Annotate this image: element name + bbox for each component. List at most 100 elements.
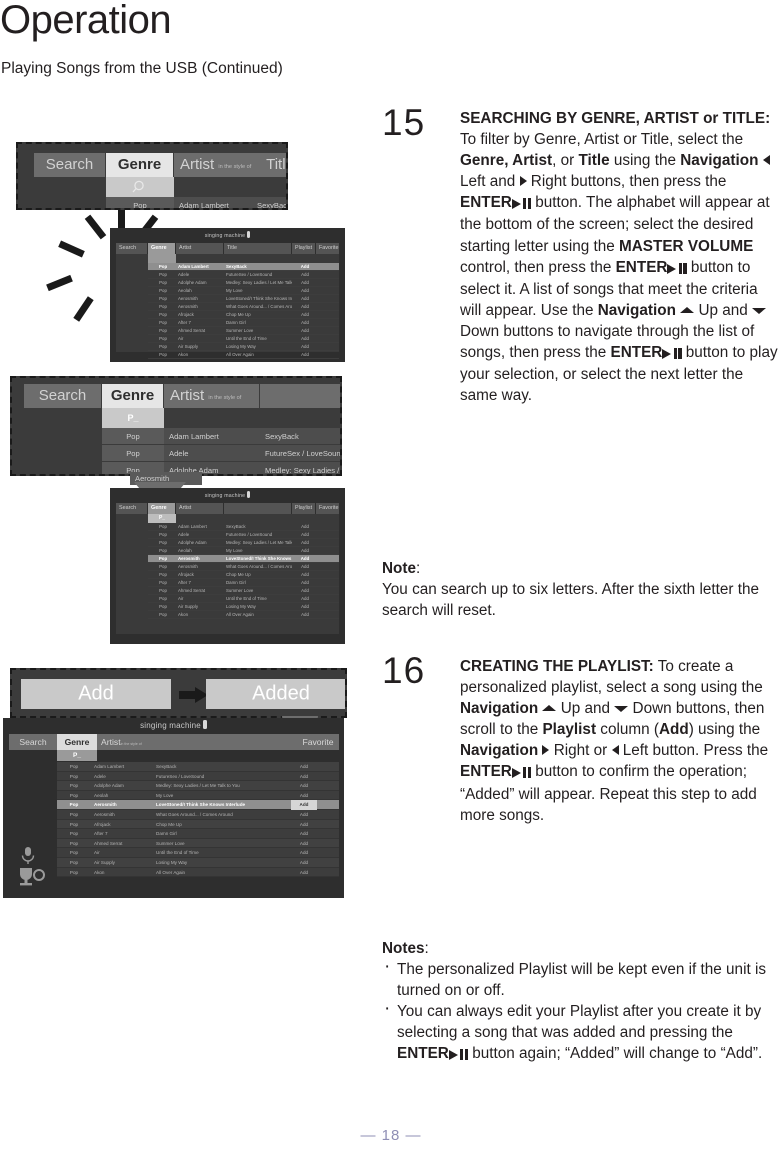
brand-label: singing machine xyxy=(110,491,345,499)
tab-favorite[interactable]: Favorite xyxy=(297,734,339,750)
cell-artist: After 7 xyxy=(178,580,191,585)
table-row[interactable]: Pop Ahmed Serrat Summer Love Add xyxy=(148,327,339,335)
cell-artist: Air xyxy=(178,336,184,341)
tab-artist[interactable]: Artist in the style of xyxy=(164,384,260,408)
tab-genre[interactable]: Genre xyxy=(102,384,164,408)
table-row[interactable]: Pop Akon All Over Again Add xyxy=(148,351,339,359)
cell-playlist: Add xyxy=(301,580,309,585)
added-button[interactable]: Added xyxy=(206,679,345,709)
cell-artist: After 7 xyxy=(94,831,108,837)
cell-fav xyxy=(316,295,339,303)
cell-playlist: Add xyxy=(299,783,309,789)
step-15-note: Note: You can search up to six letters. … xyxy=(382,558,782,621)
table-row[interactable]: Pop Aeolah My Love Add xyxy=(148,287,339,295)
tab-genre[interactable]: Genre xyxy=(106,153,174,177)
table-row[interactable]: Pop Ahmed Serrat Summer Love Add xyxy=(57,838,339,849)
table-row[interactable]: Pop Aerosmith LoveStoned/I Think She Knows… xyxy=(148,555,339,563)
table-row[interactable]: Pop Adolphe Adam Medley: Sexy Ladies / Let… xyxy=(148,539,339,547)
tab-search[interactable]: Search xyxy=(116,503,148,514)
cell-genre: Pop xyxy=(69,840,79,846)
tab-playlist[interactable]: Playlist xyxy=(292,243,316,254)
table-row[interactable]: Pop Akon All Over Again Add xyxy=(148,611,339,619)
table-row[interactable]: Pop Aerosmith What Goes Around... / Comes … xyxy=(148,563,339,571)
table-row[interactable]: Pop Air Until the End of Time Add xyxy=(148,595,339,603)
table-row[interactable]: Pop Aerosmith LoveStoned/I Think She Knows… xyxy=(148,295,339,303)
cell-artist: Adam Lambert xyxy=(94,764,125,769)
genre-search-field[interactable] xyxy=(148,254,176,263)
cell-playlist: Add xyxy=(299,792,309,798)
table-row[interactable]: Pop After 7 Damn Girl Add xyxy=(148,319,339,327)
callout1-row[interactable]: Pop Adam Lambert SexyBack xyxy=(106,197,286,208)
table-row[interactable]: Pop Air Supply Losing My Way Add xyxy=(148,343,339,351)
tab-favorite[interactable]: Favorite xyxy=(316,503,339,514)
table-row[interactable]: Pop Aerosmith What Goes Around... / Comes … xyxy=(57,810,339,820)
cell-title: All Over Again xyxy=(226,612,254,617)
genre-search-field[interactable] xyxy=(106,177,174,197)
table-row[interactable]: Pop Afrojack Chop Me Up Add xyxy=(148,571,339,579)
table-row[interactable]: Pop Afrojack Chop Me Up Add xyxy=(57,819,339,830)
cell-playlist: Add xyxy=(301,312,309,317)
cell-title: SexyBack xyxy=(260,428,340,445)
table-header: Search Genre Artistin the style of Favor… xyxy=(9,734,339,750)
tab-genre[interactable]: Genre xyxy=(148,243,176,254)
tab-artist[interactable]: Artistin the style of xyxy=(97,734,159,750)
cell-playlist: Add xyxy=(301,280,309,285)
callout-letter-search: Search Genre Artist in the style of P_ P… xyxy=(10,376,342,476)
tab-search[interactable]: Search xyxy=(24,384,102,408)
table-row[interactable]: Pop Aeolah My Love Add xyxy=(148,547,339,555)
table-row[interactable]: Pop Adam Lambert SexyBack Add xyxy=(148,523,339,531)
table-row[interactable]: Pop After 7 Damn Girl Add xyxy=(148,579,339,587)
play-pause-icon xyxy=(511,193,531,214)
table-row[interactable]: Pop Akon All Over Again Add xyxy=(57,867,339,878)
table-row[interactable]: Pop Adolphe Adam Medley: Sexy Ladies / Let… xyxy=(57,781,339,791)
table-row[interactable]: Pop Adele FutureSex / LoveSound Add xyxy=(148,531,339,539)
cell-title: All Over Again xyxy=(156,869,186,875)
tab-search[interactable]: Search xyxy=(9,734,57,750)
tab-genre[interactable]: Genre xyxy=(148,503,176,514)
table-row[interactable]: Pop Adam Lambert SexyBack Add xyxy=(148,263,339,271)
tab-title[interactable] xyxy=(159,734,297,750)
cell-genre: Pop xyxy=(159,612,167,617)
tab-title[interactable]: Title xyxy=(252,153,286,177)
tab-title[interactable] xyxy=(260,384,340,408)
tab-title[interactable] xyxy=(224,503,292,514)
cell-genre: Pop xyxy=(159,572,167,577)
cell-title: All Over Again xyxy=(226,352,254,357)
table-row[interactable]: Pop Air Supply Losing My Way Add xyxy=(57,858,339,868)
table-row[interactable]: Pop Air Until the End of Time Add xyxy=(148,335,339,343)
letter-search-field[interactable]: P_ xyxy=(102,408,164,428)
cell-genre: Pop xyxy=(159,604,167,609)
table-row[interactable]: Pop Adele FutureSex / LoveSound Add xyxy=(148,271,339,279)
cell-playlist: Add xyxy=(299,840,309,846)
table-row[interactable]: Pop Adele FutureSex / LoveSound Add xyxy=(57,771,339,782)
cell-playlist: Add xyxy=(301,336,309,341)
trophy-icon[interactable] xyxy=(15,866,47,888)
table-row[interactable]: Pop Adolphe Adam Medley: Sexy Ladies / Let… xyxy=(148,279,339,287)
table-row[interactable]: Pop Air Supply Losing My Way Add xyxy=(148,603,339,611)
table-row[interactable]: Pop Air Until the End of Time Add xyxy=(57,848,339,858)
table-row[interactable]: Pop Aerosmith What Goes Around... / Comes … xyxy=(148,303,339,311)
table-row[interactable]: Pop After 7 Damn Girl Add xyxy=(57,829,339,839)
tab-artist[interactable]: Artist xyxy=(176,503,224,514)
letter-search-field[interactable]: P_ xyxy=(148,514,176,523)
table-row[interactable]: Pop Aerosmith LoveStoned/I Think She Knows… xyxy=(57,800,339,810)
table-row[interactable]: Pop Adam Lambert SexyBack xyxy=(102,428,340,445)
table-row[interactable]: Pop Afrojack Chop Me Up Add xyxy=(148,311,339,319)
tab-playlist[interactable]: Playlist xyxy=(292,503,316,514)
letter-search-field[interactable]: P_ xyxy=(57,750,97,761)
tab-favorite[interactable]: Favorite xyxy=(316,243,339,254)
table-row[interactable]: Pop Ahmed Serrat Summer Love Add xyxy=(148,587,339,595)
tab-artist[interactable]: Artist xyxy=(176,243,224,254)
table-row[interactable]: Pop Adam Lambert SexyBack Add xyxy=(57,762,339,772)
table-row[interactable]: Pop Adele FutureSex / LoveSound xyxy=(102,445,340,462)
brand-label: singing machine xyxy=(110,231,345,239)
add-button[interactable]: Add xyxy=(21,679,171,709)
tab-search[interactable]: Search xyxy=(116,243,148,254)
table-row[interactable]: Pop Aeolah My Love Add xyxy=(57,790,339,801)
tab-title[interactable]: Title xyxy=(224,243,292,254)
cell-artist: Akon xyxy=(178,612,189,617)
tab-search[interactable]: Search xyxy=(34,153,106,177)
tab-genre[interactable]: Genre xyxy=(57,734,97,750)
left-arrow-icon xyxy=(762,155,770,166)
brand-text: singing machine xyxy=(204,493,246,499)
